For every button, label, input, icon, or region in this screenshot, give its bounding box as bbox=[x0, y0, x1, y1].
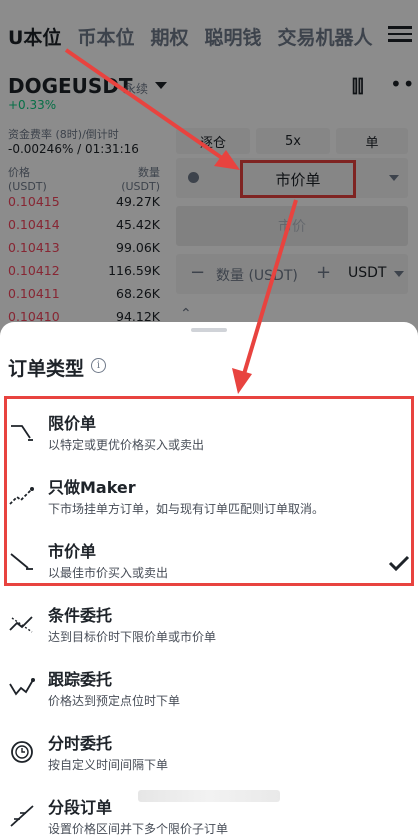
annotation-highlight-box bbox=[4, 396, 414, 586]
conditional-order-icon bbox=[9, 616, 33, 633]
option-desc: 达到目标价时下限价单或市价单 bbox=[48, 630, 217, 644]
option-title: 分段订单 bbox=[48, 798, 113, 817]
option-desc: 设置价格区间并下多个限价子订单 bbox=[48, 822, 229, 836]
order-type-option[interactable]: 条件委托 达到目标价时下限价单或市价单 bbox=[0, 598, 418, 662]
option-title: 跟踪委托 bbox=[48, 670, 113, 689]
option-title: 分时委托 bbox=[48, 734, 113, 753]
trailing-order-icon bbox=[9, 678, 35, 696]
info-icon[interactable]: i bbox=[91, 358, 106, 373]
twap-order-icon bbox=[11, 741, 33, 763]
option-desc: 按自定义时间间隔下单 bbox=[48, 758, 169, 772]
option-title: 条件委托 bbox=[48, 606, 113, 625]
sheet-drag-handle[interactable] bbox=[191, 328, 227, 332]
order-type-option[interactable]: 分时委托 按自定义时间间隔下单 bbox=[0, 726, 418, 790]
option-desc: 价格达到预定点位时下单 bbox=[48, 694, 181, 708]
sheet-title: 订单类型 bbox=[8, 358, 85, 380]
blurred-watermark bbox=[138, 790, 280, 802]
order-type-sheet: 订单类型 i 限价单 以特定或更优价格买入或卖出 只做Maker 下市场挂单方订… bbox=[0, 322, 418, 840]
scaled-order-icon bbox=[10, 805, 34, 827]
order-type-option[interactable]: 跟踪委托 价格达到预定点位时下单 bbox=[0, 662, 418, 726]
